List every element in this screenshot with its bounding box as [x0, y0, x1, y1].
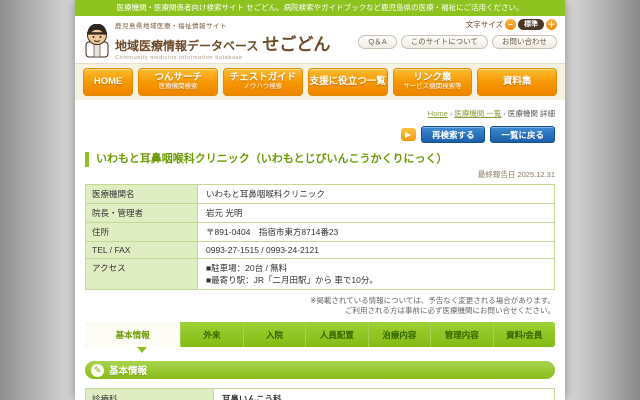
breadcrumb-separator: ›: [503, 109, 506, 118]
info-label: 医療機関名: [85, 184, 198, 204]
nav-chestguide-sublabel: ノウハウ検索: [243, 83, 283, 90]
disclaimer-line: ※掲載されている情報については、予告なく変更される場合があります。: [310, 296, 555, 305]
nav-search-button[interactable]: つんサーチ 医療機関検索: [138, 68, 218, 96]
nav-links-sublabel: サービス機関検索等: [403, 83, 462, 90]
fontsize-minus-button[interactable]: −: [505, 19, 516, 30]
table-row: 診療科 耳鼻いんこう科: [85, 388, 555, 400]
main-content: Home › 医療機関 一覧 › 医療機関 詳細 再検索する 一覧に戻る いわもと耳鼻咽…: [75, 100, 565, 400]
top-notice-bar: 医療機関・医療関係者向け検索サイト せごどん。病院検索やガイドブックなど鹿児島県…: [75, 0, 565, 16]
fontsize-control: 文字サイズ − 標準 ＋: [358, 19, 557, 30]
site-container: 医療機関・医療関係者向け検索サイト せごどん。病院検索やガイドブックなど鹿児島県…: [75, 0, 565, 400]
clinic-info-table: 医療機関名 いわもと耳鼻咽喉科クリニック 院長・管理者 岩元 光明 住所 〒89…: [85, 184, 555, 290]
info-label: アクセス: [85, 258, 198, 290]
nav-chestguide-button[interactable]: チェストガイド ノウハウ検索: [222, 68, 303, 96]
info-label: 住所: [85, 222, 198, 242]
table-row: 院長・管理者 岩元 光明: [85, 203, 555, 223]
info-label: 院長・管理者: [85, 203, 198, 223]
fontsize-standard-button[interactable]: 標準: [518, 19, 544, 30]
disclaimer-line: ご利用される方は事前に必ず医療機関にお問い合せください。: [345, 306, 555, 315]
nav-home-button[interactable]: HOME: [83, 68, 134, 96]
basic-info-table: 診療科 耳鼻いんこう科 診療曜日および時間 ■受付 月曜日～金曜日（水曜日以外）…: [85, 388, 555, 400]
nav-support-label: 支援に役立つ一覧: [309, 76, 386, 87]
top-notice-text: 医療機関・医療関係者向け検索サイト せごどん。病院検索やガイドブックなど鹿児島県…: [116, 3, 524, 12]
main-nav: HOME つんサーチ 医療機関検索 チェストガイド ノウハウ検索 支援に役立つ一…: [75, 63, 565, 100]
access-station: ■最寄り駅：JR「二月田駅」から 車で10分。: [206, 275, 378, 285]
header-controls: 文字サイズ − 標準 ＋ Q＆A このサイトについて お問い合わせ: [358, 19, 557, 49]
table-row: 医療機関名 いわもと耳鼻咽喉科クリニック: [85, 184, 555, 204]
detail-label: 診療科: [85, 388, 214, 400]
site-header: 鹿児島県地域医療・福祉情報サイト 地域医療情報データベース せごどん Commu…: [75, 16, 565, 63]
header-links: Q＆A このサイトについて お問い合わせ: [358, 35, 557, 49]
info-value: ■駐車場：20台 / 無料 ■最寄り駅：JR「二月田駅」から 車で10分。: [197, 258, 555, 290]
tab-basic-info[interactable]: 基本情報: [85, 322, 182, 347]
nav-chestguide-label: チェストガイド: [229, 72, 297, 83]
page-title: いわもと耳鼻咽喉科クリニック（いわもとじびいんこうかくりにっく）: [85, 152, 555, 167]
info-value: 岩元 光明: [197, 203, 555, 223]
about-site-link[interactable]: このサイトについて: [400, 35, 488, 49]
research-button[interactable]: 再検索する: [420, 126, 486, 143]
tab-outpatient[interactable]: 外来: [181, 322, 244, 347]
breadcrumb-current: 医療機関 詳細: [507, 109, 555, 118]
info-value: いわもと耳鼻咽喉科クリニック: [197, 184, 555, 204]
tab-bar: 基本情報 外来 入院 人員配置 治療内容 管理内容 資料/会員: [85, 322, 555, 347]
info-value: 0993-27-1515 / 0993-24-2121: [197, 241, 555, 259]
action-button-row: 再検索する 一覧に戻る: [85, 126, 555, 143]
breadcrumb-home-link[interactable]: Home: [428, 109, 448, 118]
section-header: ✎ 基本情報: [85, 361, 555, 379]
logo-text-block: 鹿児島県地域医療・福祉情報サイト 地域医療情報データベース せごどん Commu…: [115, 20, 330, 61]
pencil-icon: ✎: [91, 363, 104, 377]
site-name: せごどん: [262, 35, 331, 54]
nav-materials-button[interactable]: 資料集: [477, 68, 558, 96]
breadcrumb: Home › 医療機関 一覧 › 医療機関 詳細: [85, 108, 555, 119]
tab-treatment[interactable]: 治療内容: [368, 322, 432, 347]
back-to-list-button[interactable]: 一覧に戻る: [490, 126, 555, 143]
clinic-title-block: いわもと耳鼻咽喉科クリニック（いわもとじびいんこうかくりにっく） 最終報告日 2…: [85, 152, 555, 180]
active-tab-pointer: [137, 347, 147, 353]
disclaimer-notes: ※掲載されている情報については、予告なく変更される場合があります。 ご利用される…: [85, 296, 555, 316]
access-parking: ■駐車場：20台 / 無料: [206, 263, 288, 273]
nav-materials-label: 資料集: [502, 76, 532, 87]
nav-links-label: リンク集: [413, 72, 452, 83]
nav-links-button[interactable]: リンク集 サービス機関検索等: [392, 68, 473, 96]
nav-search-sublabel: 医療機関検索: [158, 83, 198, 90]
breadcrumb-separator: ›: [449, 109, 453, 118]
site-tagline: 鹿児島県地域医療・福祉情報サイト: [115, 23, 227, 30]
info-label: TEL / FAX: [85, 241, 198, 259]
contact-link[interactable]: お問い合わせ: [492, 35, 557, 49]
tab-inpatient[interactable]: 入院: [243, 322, 307, 347]
table-row: 住所 〒891-0404 指宿市東方8714番23: [85, 222, 555, 242]
site-title: 地域医療情報データベース: [115, 39, 259, 53]
tab-materials[interactable]: 資料/会員: [493, 322, 555, 347]
table-row: アクセス ■駐車場：20台 / 無料 ■最寄り駅：JR「二月田駅」から 車で10…: [85, 258, 555, 290]
nav-search-label: つんサーチ: [154, 72, 202, 83]
fontsize-label: 文字サイズ: [465, 20, 503, 29]
fontsize-plus-button[interactable]: ＋: [546, 19, 557, 30]
table-row: TEL / FAX 0993-27-1515 / 0993-24-2121: [85, 241, 555, 259]
breadcrumb-list-link[interactable]: 医療機関 一覧: [454, 109, 501, 118]
mascot-doctor-icon: [85, 23, 109, 57]
qa-link[interactable]: Q＆A: [358, 35, 397, 49]
pointer-icon: [400, 128, 416, 141]
info-value: 〒891-0404 指宿市東方8714番23: [197, 222, 555, 242]
site-subtitle-en: Community medicine information database: [115, 55, 243, 61]
tab-staffing[interactable]: 人員配置: [306, 322, 369, 347]
report-date: 最終報告日 2025.12.31: [477, 170, 555, 179]
nav-support-button[interactable]: 支援に役立つ一覧: [307, 68, 388, 96]
tab-management[interactable]: 管理内容: [431, 322, 494, 347]
department-value: 耳鼻いんこう科: [213, 388, 555, 400]
nav-home-label: HOME: [93, 76, 123, 87]
section-title: 基本情報: [109, 366, 148, 377]
